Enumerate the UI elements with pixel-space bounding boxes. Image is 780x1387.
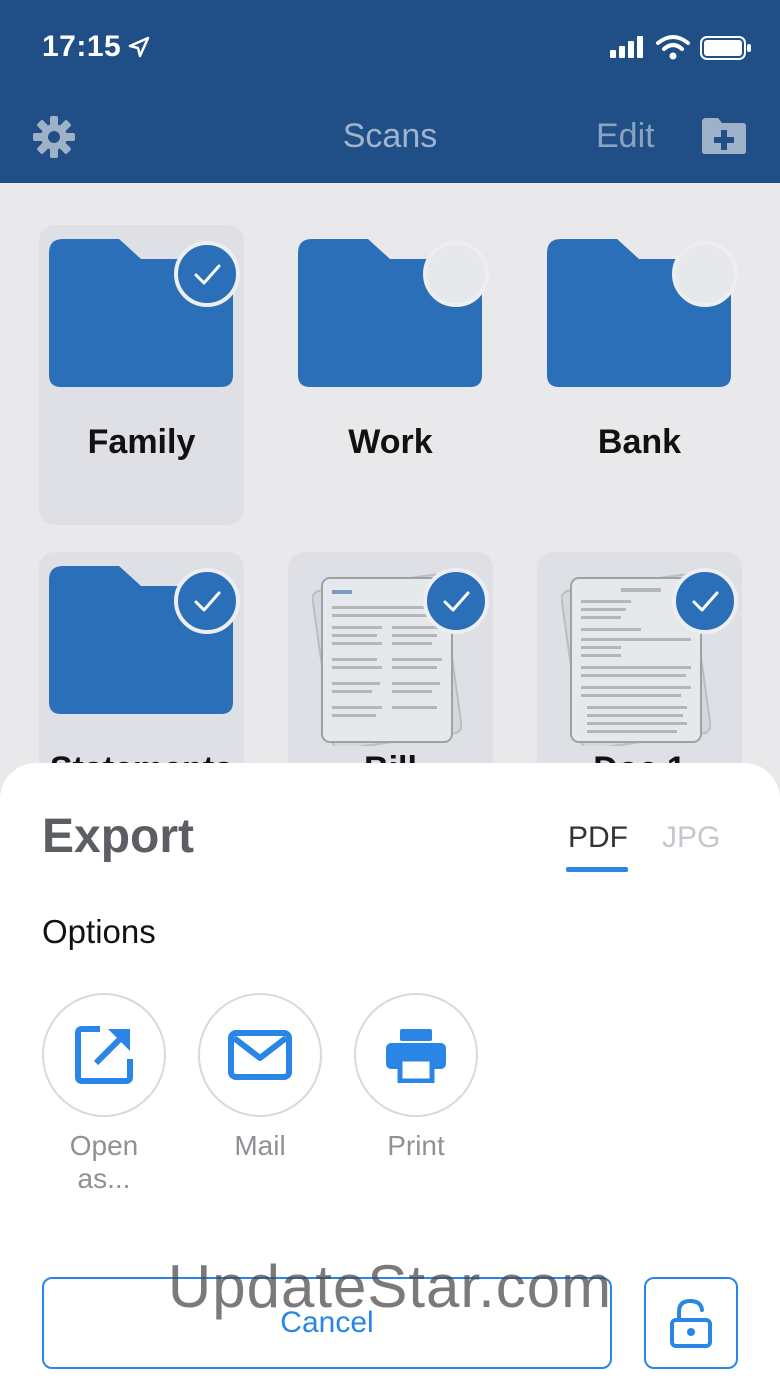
printer-icon	[386, 1029, 446, 1083]
format-tab-jpg[interactable]: JPG	[662, 821, 720, 855]
print-button[interactable]	[354, 993, 478, 1117]
options-heading: Options	[42, 913, 156, 950]
watermark-text: UpdateStar.com	[167, 1253, 613, 1320]
folder-tile-bank[interactable]: Bank	[537, 225, 742, 525]
open-as-option[interactable]: Open as...	[42, 993, 166, 1195]
selection-circle-icon[interactable]	[672, 241, 738, 307]
print-option[interactable]: Print	[354, 993, 478, 1162]
selection-check-icon[interactable]	[672, 568, 738, 634]
option-label: Open as...	[69, 1130, 139, 1194]
open-external-icon	[75, 1026, 133, 1084]
mail-option[interactable]: Mail	[198, 993, 322, 1162]
option-label: Print	[387, 1130, 445, 1161]
new-folder-icon[interactable]	[700, 116, 748, 156]
tile-label: Family	[87, 423, 196, 461]
folder-tile-work[interactable]: Work	[288, 225, 493, 525]
selection-check-icon[interactable]	[174, 241, 240, 307]
battery-icon	[700, 36, 751, 60]
mail-button[interactable]	[198, 993, 322, 1117]
selection-check-icon[interactable]	[174, 568, 240, 634]
selection-check-icon[interactable]	[423, 568, 489, 634]
open-as-button[interactable]	[42, 993, 166, 1117]
option-label: Mail	[234, 1130, 286, 1161]
selection-circle-icon[interactable]	[423, 241, 489, 307]
folder-tile-family[interactable]: Family	[39, 225, 244, 525]
sheet-title: Export	[42, 810, 195, 863]
active-tab-indicator	[566, 867, 628, 872]
top-bar: 17:15 Scans Edit	[0, 0, 780, 183]
wifi-icon	[656, 35, 690, 60]
mail-icon	[228, 1030, 292, 1080]
tile-label: Bank	[597, 423, 682, 461]
status-time: 17:15	[42, 30, 122, 63]
tile-label: Work	[348, 423, 433, 461]
location-arrow-icon	[128, 36, 150, 58]
format-tab-pdf[interactable]: PDF	[568, 821, 628, 855]
edit-button[interactable]: Edit	[596, 117, 655, 156]
cellular-signal-icon	[610, 36, 643, 58]
page-title: Scans	[342, 117, 438, 155]
